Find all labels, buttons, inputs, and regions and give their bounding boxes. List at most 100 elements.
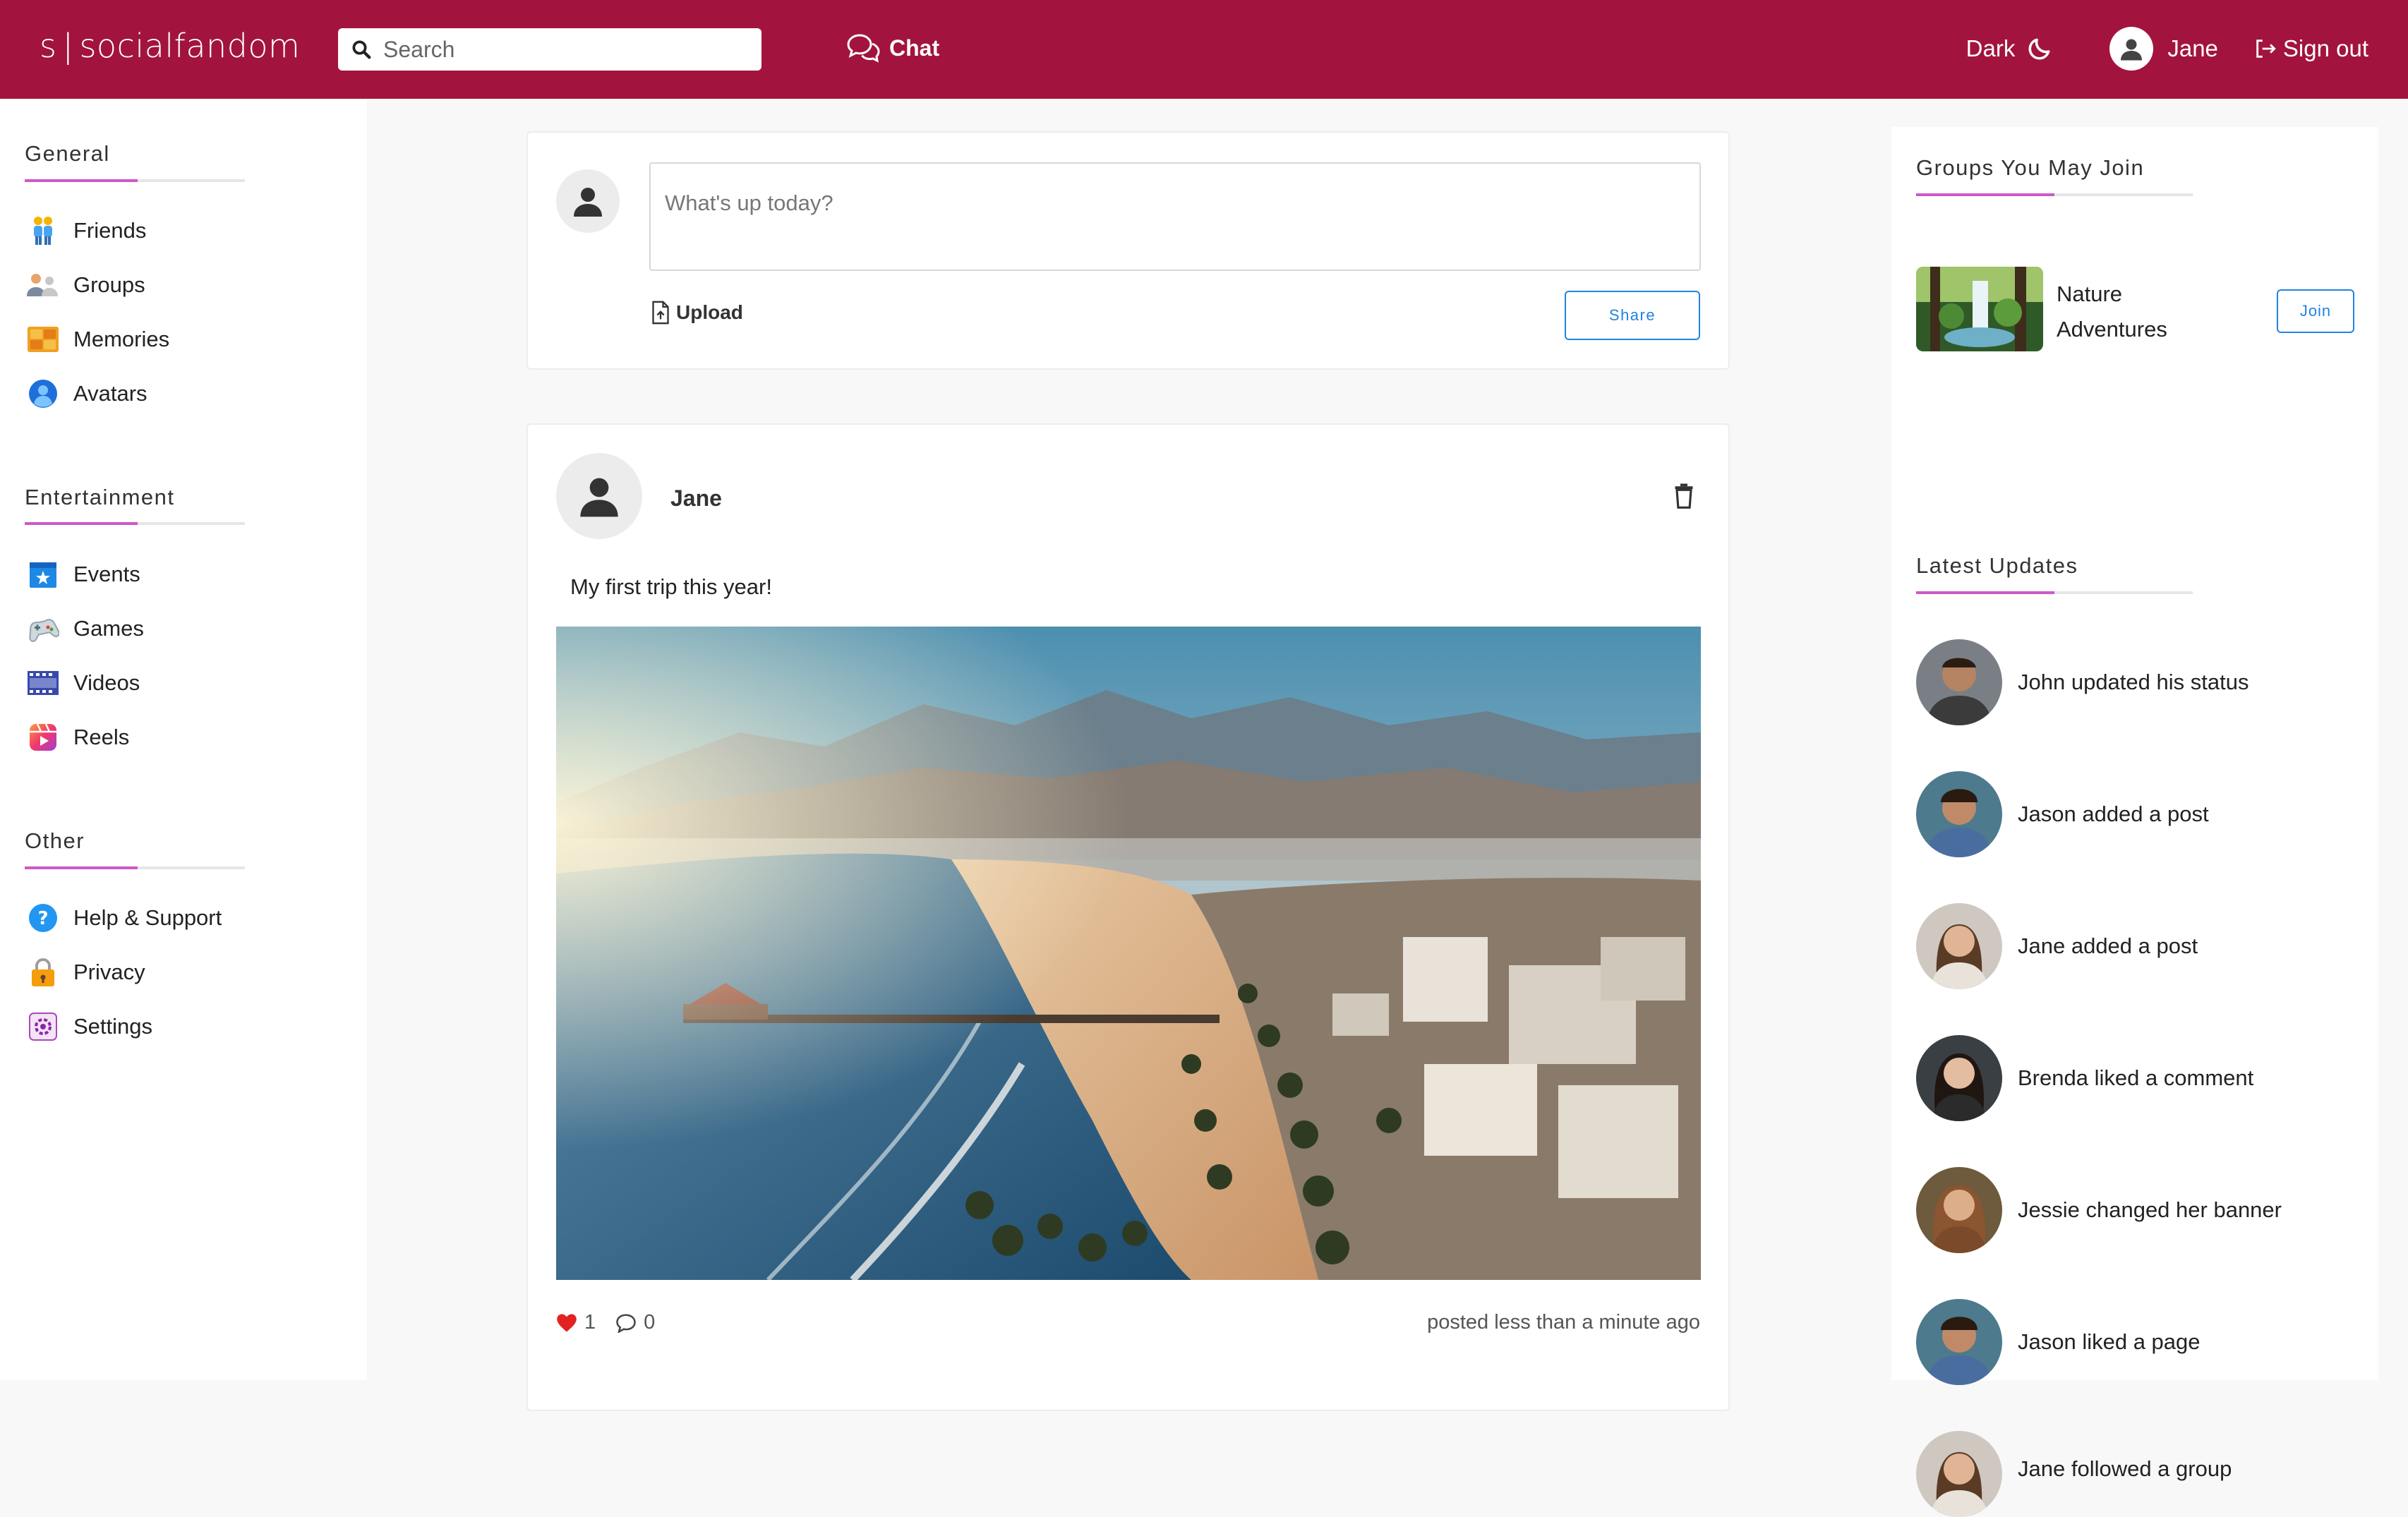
list-item[interactable]: Jane followed a group xyxy=(1916,1431,2232,1517)
post-timestamp: posted less than a minute ago xyxy=(1427,1311,1700,1334)
user-icon xyxy=(580,478,618,517)
post-author[interactable]: Jane xyxy=(670,485,722,512)
avatars-icon xyxy=(27,377,59,410)
sidebar-item-label: Events xyxy=(73,562,140,586)
logo-text: socialfandom xyxy=(79,27,301,65)
group-thumbnail[interactable] xyxy=(1916,267,2043,351)
left-sidebar: General Friends Groups Memories Avatars … xyxy=(0,99,367,1380)
videos-icon xyxy=(27,667,59,699)
sidebar-item-events[interactable]: Events xyxy=(27,558,140,591)
update-text: Jane followed a group xyxy=(2018,1456,2232,1481)
section-underline xyxy=(1916,193,2193,196)
list-item[interactable]: Jane added a post xyxy=(1916,903,2198,989)
chat-link[interactable]: Chat xyxy=(845,31,939,65)
groups-panel: Groups You May Join Nature Adventures Jo… xyxy=(1891,127,2378,452)
update-text: Jane added a post xyxy=(2018,933,2198,958)
sidebar-item-settings[interactable]: Settings xyxy=(27,1010,152,1043)
logo-separator: | xyxy=(62,27,74,65)
sidebar-item-label: Avatars xyxy=(73,381,148,406)
post-card: Jane My first trip this year! 1 0 posted… xyxy=(526,423,1730,1411)
like-count: 1 xyxy=(584,1311,596,1334)
avatar xyxy=(1916,1299,2002,1385)
search-box[interactable] xyxy=(338,28,761,71)
post-text: My first trip this year! xyxy=(570,574,772,599)
group-name[interactable]: Nature Adventures xyxy=(2057,277,2212,347)
list-item[interactable]: Jason liked a page xyxy=(1916,1299,2201,1385)
avatar xyxy=(1916,639,2002,725)
events-icon xyxy=(27,558,59,591)
status-textarea[interactable] xyxy=(649,162,1701,271)
search-icon xyxy=(352,40,371,59)
sign-out-button[interactable]: Sign out xyxy=(2253,35,2368,62)
section-underline xyxy=(1916,591,2193,594)
section-title-general: General xyxy=(25,141,110,166)
sidebar-item-memories[interactable]: Memories xyxy=(27,323,169,356)
settings-icon xyxy=(27,1010,59,1043)
right-sidebar: Groups You May Join Nature Adventures Jo… xyxy=(1891,99,2408,1517)
sidebar-item-help[interactable]: ? Help & Support xyxy=(27,902,222,934)
comment-icon xyxy=(616,1313,636,1333)
share-button[interactable]: Share xyxy=(1565,291,1700,340)
sidebar-item-videos[interactable]: Videos xyxy=(27,667,140,699)
like-button[interactable]: 1 xyxy=(556,1311,596,1334)
avatar xyxy=(1916,1431,2002,1517)
sign-out-icon xyxy=(2256,40,2276,58)
update-text: Jason liked a page xyxy=(2018,1329,2201,1354)
sidebar-item-friends[interactable]: Friends xyxy=(27,214,146,247)
user-name[interactable]: Jane xyxy=(2167,35,2218,62)
friends-icon xyxy=(27,214,59,247)
updates-panel-title: Latest Updates xyxy=(1916,553,2078,578)
sign-out-label: Sign out xyxy=(2282,35,2368,61)
join-button[interactable]: Join xyxy=(2277,289,2354,333)
sidebar-item-groups[interactable]: Groups xyxy=(27,269,145,301)
logo[interactable]: s | socialfandom xyxy=(40,27,300,65)
sidebar-item-label: Games xyxy=(73,616,144,641)
moon-icon xyxy=(2028,38,2050,60)
avatar xyxy=(556,169,620,233)
groups-panel-title: Groups You May Join xyxy=(1916,155,2145,180)
svg-text:?: ? xyxy=(37,908,48,929)
file-upload-icon xyxy=(652,301,669,325)
lock-icon xyxy=(27,956,59,989)
comment-count: 0 xyxy=(644,1311,656,1334)
search-input[interactable] xyxy=(383,36,750,63)
user-nav: Dark Jane Sign out xyxy=(1966,27,2368,71)
update-text: John updated his status xyxy=(2018,670,2249,694)
sidebar-item-avatars[interactable]: Avatars xyxy=(27,377,148,410)
dark-mode-toggle[interactable]: Dark xyxy=(1966,35,2054,62)
avatar xyxy=(1916,903,2002,989)
sidebar-item-label: Reels xyxy=(73,725,130,749)
section-title-entertainment: Entertainment xyxy=(25,485,175,509)
top-navbar: s|socialfandom Chat Dark Jane Sign out xyxy=(0,0,2408,99)
comment-button[interactable]: 0 xyxy=(615,1311,655,1334)
post-image[interactable] xyxy=(556,627,1701,1280)
sidebar-item-games[interactable]: Games xyxy=(27,612,144,645)
update-text: Jessie changed her banner xyxy=(2018,1197,2282,1222)
sidebar-item-label: Privacy xyxy=(73,960,145,984)
list-item[interactable]: Jessie changed her banner xyxy=(1916,1167,2282,1253)
sidebar-item-label: Memories xyxy=(73,327,170,351)
groups-icon xyxy=(27,269,59,301)
sidebar-item-privacy[interactable]: Privacy xyxy=(27,956,145,989)
heart-icon xyxy=(557,1314,577,1331)
post-reactions: 1 0 xyxy=(556,1311,655,1334)
post-composer: Upload Share xyxy=(526,131,1730,370)
memories-icon xyxy=(27,323,59,356)
chat-icon xyxy=(847,34,880,63)
trash-icon[interactable] xyxy=(1673,483,1694,509)
section-title-other: Other xyxy=(25,828,85,853)
list-item[interactable]: Jason added a post xyxy=(1916,771,2209,857)
section-underline xyxy=(25,866,245,869)
updates-panel: Latest Updates John updated his status J… xyxy=(1891,423,2378,1517)
upload-button[interactable]: Upload xyxy=(651,301,743,325)
avatar[interactable] xyxy=(2109,27,2154,71)
user-icon xyxy=(574,188,602,217)
avatar[interactable] xyxy=(556,453,642,539)
list-item[interactable]: John updated his status xyxy=(1916,639,2249,725)
avatar xyxy=(1916,771,2002,857)
list-item[interactable]: Brenda liked a comment xyxy=(1916,1035,2253,1121)
avatar xyxy=(1916,1035,2002,1121)
help-icon: ? xyxy=(27,902,59,934)
sidebar-item-reels[interactable]: Reels xyxy=(27,721,129,754)
sidebar-item-label: Help & Support xyxy=(73,905,222,930)
